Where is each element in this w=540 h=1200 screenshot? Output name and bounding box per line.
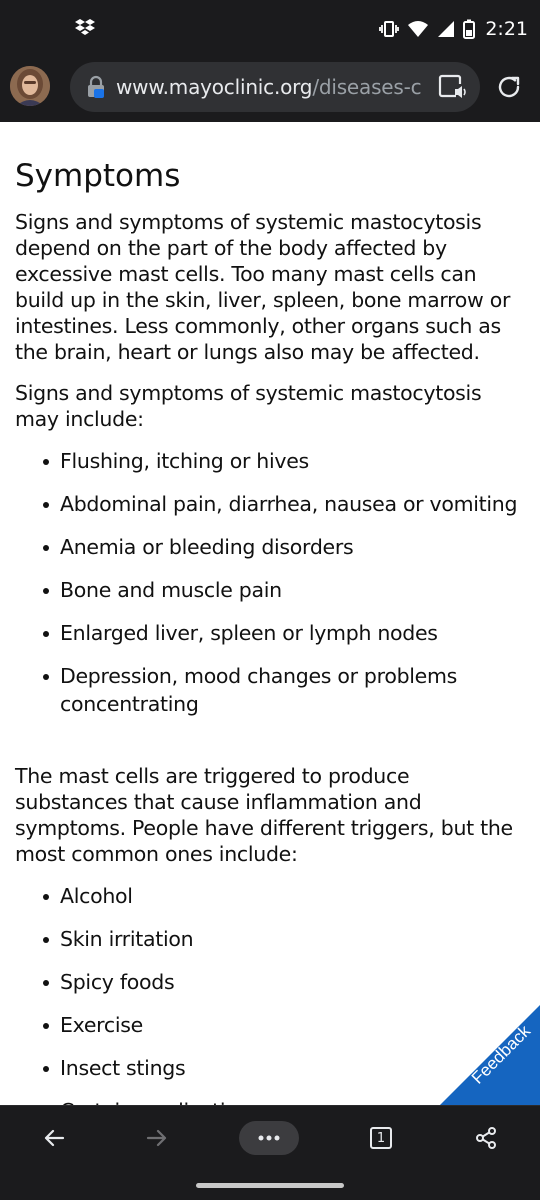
reader-mode-icon[interactable] (438, 74, 468, 100)
tab-switcher-icon: 1 (370, 1127, 392, 1149)
more-menu-button[interactable] (239, 1121, 299, 1155)
page-heading: Symptoms (15, 158, 181, 194)
forward-arrow-icon (146, 1129, 167, 1147)
list-item: Depression, mood changes or problems con… (43, 662, 530, 718)
list-item: Anemia or bleeding disorders (43, 533, 530, 561)
home-gesture-handle[interactable] (196, 1183, 344, 1188)
web-page-content[interactable]: Symptoms Signs and symptoms of systemic … (0, 122, 540, 1105)
triggers-intro: The mast cells are triggered to produce … (15, 764, 513, 866)
list-item: Skin irritation (43, 925, 530, 953)
back-button[interactable] (36, 1120, 72, 1156)
url-text[interactable]: www.mayoclinic.org/diseases-conditions (116, 75, 421, 99)
battery-icon (463, 19, 476, 39)
url-domain: www.mayoclinic.org (116, 75, 313, 99)
avatar-image (10, 66, 50, 106)
symptoms-intro: Signs and symptoms of systemic mastocyto… (15, 381, 482, 431)
intro-paragraph: Signs and symptoms of systemic mastocyto… (15, 210, 511, 364)
list-item: Flushing, itching or hives (43, 447, 530, 475)
avatar[interactable] (10, 66, 50, 106)
list-item: Enlarged liver, spleen or lymph nodes (43, 619, 530, 647)
list-item: Spicy foods (43, 968, 530, 996)
address-bar[interactable]: www.mayoclinic.org/diseases-conditions (70, 62, 480, 112)
more-menu-icon (258, 1135, 280, 1141)
share-icon (476, 1127, 496, 1149)
share-button[interactable] (468, 1120, 504, 1156)
list-item: Abdominal pain, diarrhea, nausea or vomi… (43, 490, 530, 518)
dropbox-icon (75, 19, 95, 35)
back-arrow-icon (44, 1129, 65, 1147)
status-time: 2:21 (485, 18, 528, 40)
list-item: Bone and muscle pain (43, 576, 530, 604)
signal-icon (438, 21, 455, 37)
feedback-button[interactable]: Feedback (440, 1005, 540, 1105)
lock-icon[interactable] (84, 75, 108, 99)
bottom-toolbar: 1 (0, 1105, 540, 1170)
gesture-navigation-area (0, 1170, 540, 1200)
status-bar: 2:21 (0, 0, 540, 58)
list-item: Alcohol (43, 882, 530, 910)
vibrate-icon (379, 21, 400, 37)
browser-toolbar: www.mayoclinic.org/diseases-conditions (0, 58, 540, 122)
reload-icon[interactable] (494, 72, 524, 102)
url-path: /diseases-conditions (312, 75, 421, 99)
wifi-icon (408, 21, 429, 37)
status-icons: 2:21 (379, 16, 528, 42)
forward-button[interactable] (139, 1120, 175, 1156)
tab-switcher-button[interactable]: 1 (363, 1120, 399, 1156)
